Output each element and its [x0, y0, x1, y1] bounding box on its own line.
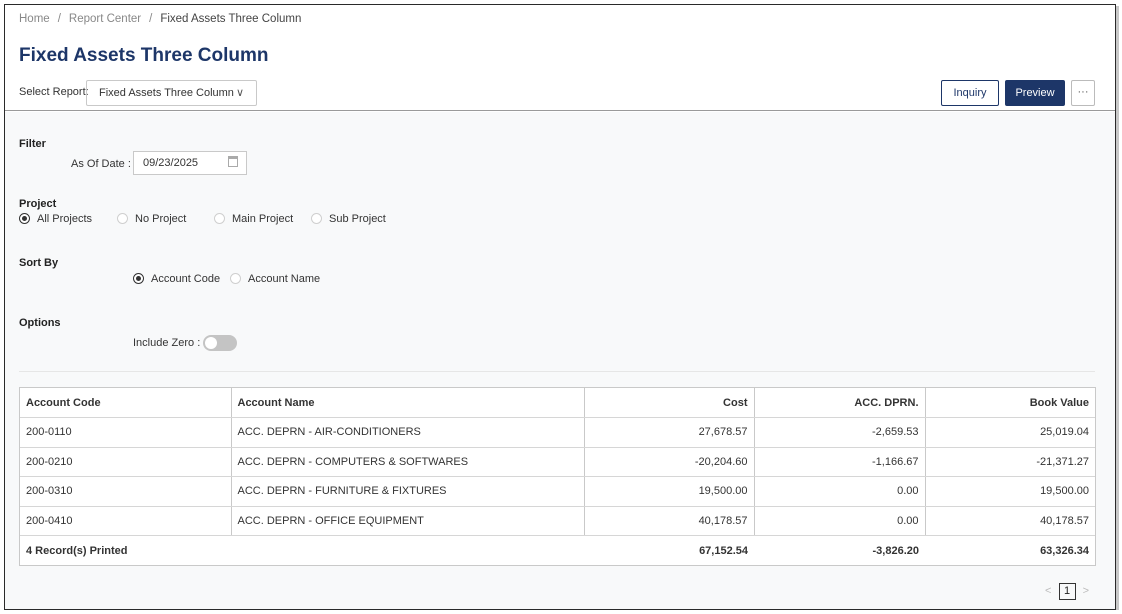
- select-report-dropdown[interactable]: Fixed Assets Three Column ∨: [86, 80, 257, 106]
- radio-no-project-label[interactable]: No Project: [135, 213, 186, 225]
- select-report-label: Select Report:: [19, 86, 89, 98]
- chevron-right-icon[interactable]: >: [1083, 585, 1089, 597]
- radio-sort-account-name[interactable]: [230, 273, 241, 284]
- cell-account-code: 200-0210: [20, 447, 232, 477]
- chevron-left-icon[interactable]: <: [1045, 585, 1051, 597]
- calendar-icon[interactable]: [228, 156, 238, 167]
- cell-account-code: 200-0410: [20, 506, 232, 536]
- more-icon[interactable]: ···: [1071, 80, 1095, 106]
- cell-account-code: 200-0110: [20, 417, 232, 448]
- radio-no-project[interactable]: [117, 213, 128, 224]
- as-of-date-input[interactable]: 09/23/2025: [133, 151, 247, 175]
- cell-book-value: -21,371.27: [925, 447, 1095, 477]
- cell-book-value: 19,500.00: [925, 476, 1095, 507]
- radio-all-projects[interactable]: [19, 213, 30, 224]
- breadcrumb: Home / Report Center / Fixed Assets Three Co…: [19, 13, 301, 25]
- table-header-row: Account Code Account Name Cost ACC. DPRN…: [20, 388, 1095, 418]
- table-row[interactable]: 200-0410 ACC. DEPRN - OFFICE EQUIPMENT 4…: [20, 506, 1095, 536]
- cell-cost: 19,500.00: [584, 476, 755, 507]
- cell-account-name: ACC. DEPRN - OFFICE EQUIPMENT: [231, 506, 585, 536]
- total-acc-dprn: -3,826.20: [872, 544, 919, 557]
- cell-cost: 27,678.57: [584, 417, 755, 448]
- app-window: Home / Report Center / Fixed Assets Three Co…: [4, 4, 1116, 610]
- cell-account-code: 200-0310: [20, 476, 232, 507]
- radio-sub-project-label[interactable]: Sub Project: [329, 213, 386, 225]
- cell-cost: 40,178.57: [584, 506, 755, 536]
- cell-account-name: ACC. DEPRN - FURNITURE & FIXTURES: [231, 476, 585, 507]
- total-record-count: 4 Record(s) Printed: [26, 544, 128, 557]
- cell-acc-dprn: -1,166.67: [754, 447, 926, 477]
- total-cost: 67,152.54: [699, 544, 748, 557]
- radio-all-projects-label[interactable]: All Projects: [37, 213, 92, 225]
- inquiry-button[interactable]: Inquiry: [941, 80, 999, 106]
- chevron-down-icon: ∨: [235, 87, 244, 99]
- radio-sort-account-name-label[interactable]: Account Name: [248, 273, 320, 285]
- breadcrumb-report-center[interactable]: Report Center: [69, 13, 141, 25]
- column-header-account-code[interactable]: Account Code: [20, 388, 232, 418]
- table-total-row: 4 Record(s) Printed 67,152.54 -3,826.20 …: [20, 536, 1095, 566]
- select-report-value: Fixed Assets Three Column: [99, 87, 234, 99]
- include-zero-toggle[interactable]: [203, 335, 237, 351]
- pagination-current-page[interactable]: 1: [1058, 583, 1076, 600]
- breadcrumb-current: Fixed Assets Three Column: [160, 13, 302, 25]
- window-scrollbar[interactable]: [1116, 6, 1119, 610]
- breadcrumb-separator: /: [57, 13, 61, 25]
- radio-main-project[interactable]: [214, 213, 225, 224]
- column-header-acc-dprn[interactable]: ACC. DPRN.: [754, 388, 926, 418]
- filter-section-title: Filter: [19, 138, 46, 150]
- include-zero-label: Include Zero :: [133, 337, 201, 349]
- total-book-value: 63,326.34: [1040, 544, 1089, 557]
- radio-sort-account-code[interactable]: [133, 273, 144, 284]
- table-row[interactable]: 200-0310 ACC. DEPRN - FURNITURE & FIXTUR…: [20, 476, 1095, 507]
- as-of-date-value: 09/23/2025: [143, 157, 199, 169]
- cell-book-value: 40,178.57: [925, 506, 1095, 536]
- breadcrumb-separator: /: [149, 13, 153, 25]
- column-header-book-value[interactable]: Book Value: [925, 388, 1095, 418]
- preview-button[interactable]: Preview: [1005, 80, 1065, 106]
- radio-sub-project[interactable]: [311, 213, 322, 224]
- cell-acc-dprn: -2,659.53: [754, 417, 926, 448]
- cell-account-name: ACC. DEPRN - AIR-CONDITIONERS: [231, 417, 585, 448]
- cell-account-name: ACC. DEPRN - COMPUTERS & SOFTWARES: [231, 447, 585, 477]
- radio-sort-account-code-label[interactable]: Account Code: [151, 273, 220, 285]
- cell-acc-dprn: 0.00: [754, 506, 926, 536]
- report-table: Account Code Account Name Cost ACC. DPRN…: [19, 387, 1096, 566]
- sort-by-section-title: Sort By: [19, 257, 59, 269]
- page-header: Home / Report Center / Fixed Assets Three Co…: [5, 5, 1115, 111]
- page-title: Fixed Assets Three Column: [19, 45, 269, 66]
- cell-cost: -20,204.60: [584, 447, 755, 477]
- options-section-title: Options: [19, 317, 61, 329]
- column-header-account-name[interactable]: Account Name: [231, 388, 585, 418]
- pagination: < 1 >: [1045, 583, 1089, 600]
- breadcrumb-home[interactable]: Home: [19, 13, 50, 25]
- table-row[interactable]: 200-0210 ACC. DEPRN - COMPUTERS & SOFTWA…: [20, 447, 1095, 477]
- radio-main-project-label[interactable]: Main Project: [232, 213, 293, 225]
- cell-acc-dprn: 0.00: [754, 476, 926, 507]
- project-section-title: Project: [19, 198, 57, 210]
- column-header-cost[interactable]: Cost: [584, 388, 755, 418]
- as-of-date-label: As Of Date :: [71, 158, 131, 170]
- table-row[interactable]: 200-0110 ACC. DEPRN - AIR-CONDITIONERS 2…: [20, 417, 1095, 448]
- section-divider: [19, 371, 1095, 372]
- toggle-knob: [205, 337, 217, 349]
- cell-book-value: 25,019.04: [925, 417, 1095, 448]
